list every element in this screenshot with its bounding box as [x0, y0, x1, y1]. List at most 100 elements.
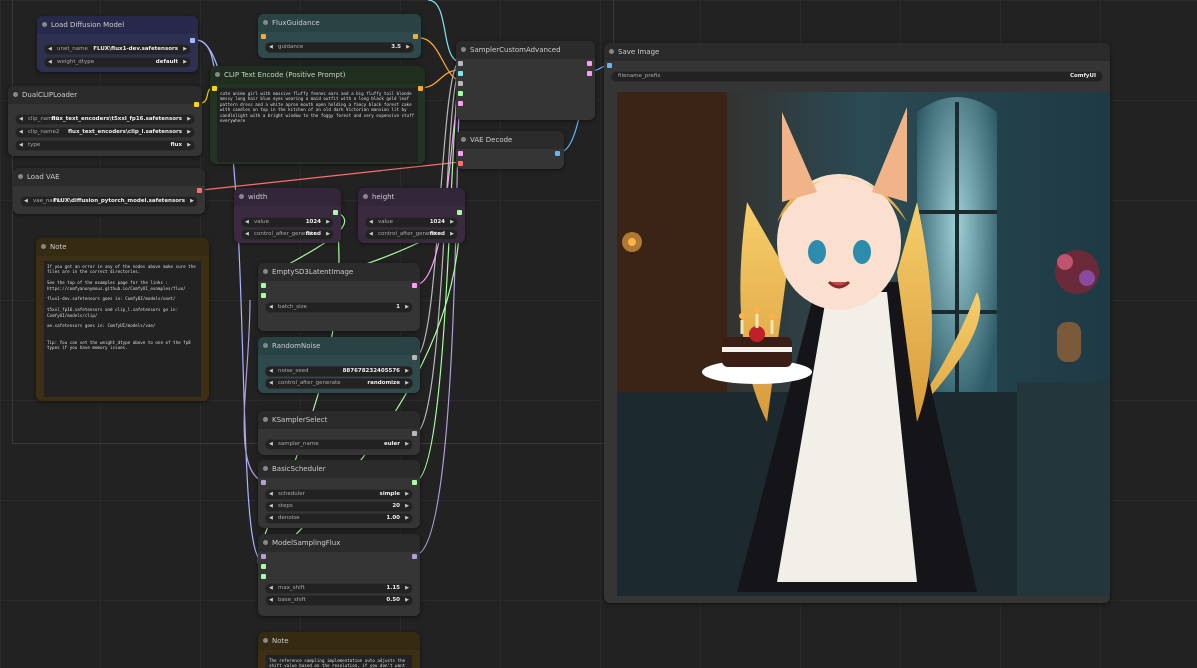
- node-width[interactable]: width ◀ value 1024 ▶ ◀ control_after_generat…: [234, 188, 341, 243]
- steps-widget[interactable]: ◀ steps 20 ▶: [265, 501, 413, 512]
- node-load-diffusion-model[interactable]: Load Diffusion Model ◀ unet_name FLUX\flux…: [37, 16, 198, 72]
- arrow-left-icon[interactable]: ◀: [245, 218, 249, 227]
- image-output-port[interactable]: [555, 151, 560, 156]
- arrow-right-icon[interactable]: ▶: [187, 115, 191, 124]
- noise-seed-widget[interactable]: ◀ noise_seed 887678232405576 ▶: [265, 366, 413, 377]
- node-title[interactable]: height: [358, 188, 465, 206]
- node-title[interactable]: Save Image: [604, 43, 1110, 61]
- denoise-widget[interactable]: ◀ denoise 1.00 ▶: [265, 513, 413, 524]
- arrow-left-icon[interactable]: ◀: [269, 584, 273, 593]
- node-title[interactable]: RandomNoise: [258, 337, 420, 355]
- weight-dtype-widget[interactable]: ◀ weight_dtype default ▶: [44, 57, 191, 68]
- arrow-right-icon[interactable]: ▶: [187, 128, 191, 137]
- arrow-left-icon[interactable]: ◀: [19, 115, 23, 124]
- arrow-right-icon[interactable]: ▶: [405, 584, 409, 593]
- arrow-left-icon[interactable]: ◀: [269, 490, 273, 499]
- model-output-port[interactable]: [412, 554, 417, 559]
- arrow-right-icon[interactable]: ▶: [405, 502, 409, 511]
- node-note-bottom[interactable]: Note The reference sampling implementati…: [258, 632, 420, 668]
- height-input-port[interactable]: [261, 293, 266, 298]
- collapse-dot[interactable]: [363, 194, 368, 199]
- collapse-dot[interactable]: [263, 343, 268, 348]
- node-title[interactable]: DualCLIPLoader: [8, 86, 202, 104]
- unet-name-widget[interactable]: ◀ unet_name FLUX\flux1-dev.safetensors ▶: [44, 44, 191, 55]
- model-input-port[interactable]: [261, 480, 266, 485]
- node-ksampler-select[interactable]: KSamplerSelect ◀ sampler_name euler ▶: [258, 411, 420, 455]
- node-title[interactable]: Note: [36, 238, 209, 256]
- arrow-left-icon[interactable]: ◀: [269, 514, 273, 523]
- node-title[interactable]: EmptySD3LatentImage: [258, 263, 420, 281]
- width-input-port[interactable]: [261, 283, 266, 288]
- arrow-right-icon[interactable]: ▶: [450, 218, 454, 227]
- arrow-right-icon[interactable]: ▶: [405, 379, 409, 388]
- height-value-widget[interactable]: ◀ value 1024 ▶: [365, 217, 458, 228]
- workflow-canvas[interactable]: Load Diffusion Model ◀ unet_name FLUX\flux…: [0, 0, 1197, 668]
- collapse-dot[interactable]: [18, 174, 23, 179]
- collapse-dot[interactable]: [263, 269, 268, 274]
- latent-output-port[interactable]: [412, 283, 417, 288]
- denoised-output-port[interactable]: [587, 71, 592, 76]
- arrow-right-icon[interactable]: ▶: [405, 596, 409, 605]
- output-port[interactable]: [587, 61, 592, 66]
- node-title[interactable]: VAE Decode: [456, 131, 564, 149]
- node-sampler-custom-advanced[interactable]: SamplerCustomAdvanced: [456, 41, 595, 120]
- arrow-right-icon[interactable]: ▶: [450, 230, 454, 239]
- noise-input-port[interactable]: [458, 61, 463, 66]
- control-after-generate-widget[interactable]: ◀ control_after_generate randomize ▶: [265, 378, 413, 389]
- arrow-left-icon[interactable]: ◀: [19, 128, 23, 137]
- sampler-output-port[interactable]: [412, 431, 417, 436]
- sampler-name-widget[interactable]: ◀ sampler_name euler ▶: [265, 439, 413, 450]
- node-title[interactable]: ModelSamplingFlux: [258, 534, 420, 552]
- collapse-dot[interactable]: [239, 194, 244, 199]
- arrow-right-icon[interactable]: ▶: [326, 218, 330, 227]
- node-title[interactable]: BasicScheduler: [258, 460, 420, 478]
- arrow-right-icon[interactable]: ▶: [406, 43, 410, 52]
- arrow-right-icon[interactable]: ▶: [187, 141, 191, 150]
- node-random-noise[interactable]: RandomNoise ◀ noise_seed 887678232405576 ▶ …: [258, 337, 420, 393]
- node-clip-text-encode[interactable]: CLIP Text Encode (Positive Prompt) cute …: [210, 66, 425, 164]
- node-dual-clip-loader[interactable]: DualCLIPLoader ◀ clip_name1 flux_text_enco…: [8, 86, 202, 156]
- collapse-dot[interactable]: [263, 466, 268, 471]
- arrow-right-icon[interactable]: ▶: [183, 45, 187, 54]
- base-shift-widget[interactable]: ◀ base_shift 0.50 ▶: [265, 595, 413, 606]
- arrow-left-icon[interactable]: ◀: [48, 58, 52, 67]
- arrow-left-icon[interactable]: ◀: [269, 303, 273, 312]
- control-after-generate-widget[interactable]: ◀ control_after_generate fixed ▶: [365, 229, 458, 240]
- vae-name-widget[interactable]: ◀ vae_name FLUX\diffusion_pytorch_model.sa…: [20, 196, 198, 207]
- collapse-dot[interactable]: [41, 244, 46, 249]
- node-empty-sd3-latent-image[interactable]: EmptySD3LatentImage ◀ batch_size 1 ▶: [258, 263, 420, 331]
- arrow-right-icon[interactable]: ▶: [405, 367, 409, 376]
- arrow-right-icon[interactable]: ▶: [405, 514, 409, 523]
- node-height[interactable]: height ◀ value 1024 ▶ ◀ control_after_genera…: [358, 188, 465, 243]
- clip-input-port[interactable]: [212, 86, 217, 91]
- node-title[interactable]: KSamplerSelect: [258, 411, 420, 429]
- arrow-left-icon[interactable]: ◀: [245, 230, 249, 239]
- arrow-right-icon[interactable]: ▶: [405, 440, 409, 449]
- collapse-dot[interactable]: [263, 638, 268, 643]
- arrow-left-icon[interactable]: ◀: [269, 379, 273, 388]
- filename-prefix-widget[interactable]: filename_prefix ComfyUI: [611, 71, 1103, 82]
- node-title[interactable]: Load VAE: [13, 168, 205, 186]
- arrow-right-icon[interactable]: ▶: [326, 230, 330, 239]
- arrow-left-icon[interactable]: ◀: [269, 502, 273, 511]
- collapse-dot[interactable]: [13, 92, 18, 97]
- node-title[interactable]: Load Diffusion Model: [37, 16, 198, 34]
- arrow-left-icon[interactable]: ◀: [24, 197, 28, 206]
- scheduler-widget[interactable]: ◀ scheduler simple ▶: [265, 489, 413, 500]
- width-input-port[interactable]: [261, 564, 266, 569]
- node-title[interactable]: SamplerCustomAdvanced: [456, 41, 595, 59]
- note-textarea[interactable]: If you get an error in any of the nodes …: [43, 260, 202, 398]
- generated-image-preview[interactable]: [617, 92, 1110, 596]
- arrow-left-icon[interactable]: ◀: [269, 43, 273, 52]
- node-vae-decode[interactable]: VAE Decode: [456, 131, 564, 169]
- arrow-right-icon[interactable]: ▶: [405, 303, 409, 312]
- node-note[interactable]: Note If you get an error in any of the n…: [36, 238, 209, 401]
- collapse-dot[interactable]: [263, 20, 268, 25]
- guider-input-port[interactable]: [458, 71, 463, 76]
- vae-output-port[interactable]: [197, 188, 202, 193]
- arrow-left-icon[interactable]: ◀: [269, 367, 273, 376]
- model-input-port[interactable]: [261, 554, 266, 559]
- noise-output-port[interactable]: [412, 355, 417, 360]
- clip-name2-widget[interactable]: ◀ clip_name2 flux_text_encoders\clip_l.saf…: [15, 127, 195, 138]
- clip-output-port[interactable]: [194, 102, 199, 107]
